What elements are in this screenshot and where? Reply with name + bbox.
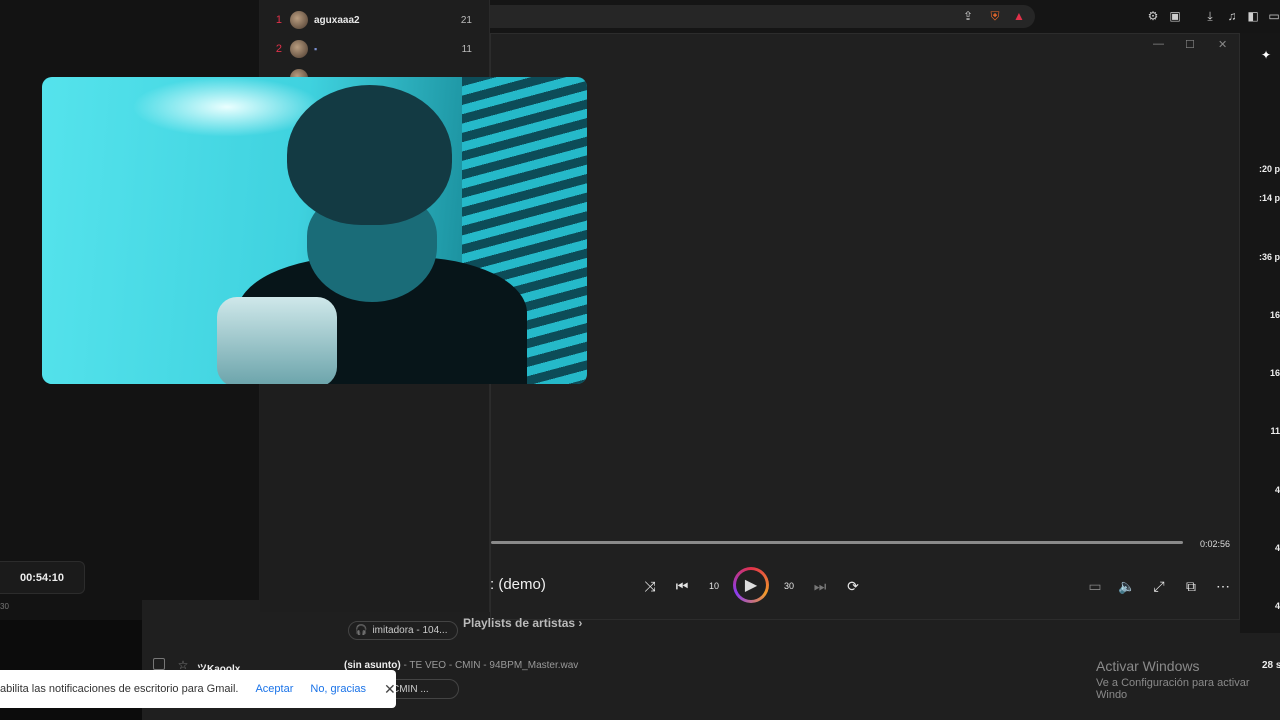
email-time: :20 p	[1258, 164, 1280, 174]
decline-button[interactable]: No, gracias	[310, 683, 366, 695]
rank-number: 1	[275, 14, 282, 26]
email-time: 16	[1269, 368, 1280, 378]
chip-label: imitadora - 104...	[372, 625, 448, 636]
fullscreen-icon[interactable]: ⤢	[1148, 575, 1170, 597]
user-name: aguxaaa2	[314, 14, 360, 26]
forward-30-icon[interactable]: 30	[778, 575, 800, 597]
watermark-title: Activar Windows	[1096, 658, 1200, 674]
accept-button[interactable]: Aceptar	[255, 683, 293, 695]
microphone-image	[217, 297, 337, 384]
headphones-icon: 🎧	[355, 625, 368, 636]
download-icon[interactable]: ⤓	[1202, 8, 1218, 24]
email-time: :36 p	[1258, 252, 1280, 262]
miniplayer-icon[interactable]: ▭	[1084, 575, 1106, 597]
volume-icon[interactable]: 🔈	[1116, 575, 1138, 597]
email-checkbox[interactable]	[153, 658, 165, 670]
play-button[interactable]: ▶	[733, 567, 769, 603]
stream-timer: 00:54:10	[0, 561, 85, 594]
play-icon: ▶	[736, 570, 766, 600]
wallet-icon[interactable]: ▭	[1266, 8, 1280, 24]
score: 11	[461, 43, 472, 55]
email-time: 4	[1274, 485, 1280, 495]
share-icon[interactable]: ⇪	[960, 8, 976, 24]
gmail-right-column: ✦ :20 p :14 p :36 p 16 16 11 4 4 4	[1240, 33, 1280, 633]
email-time: :14 p	[1258, 193, 1280, 203]
playlists-heading-label: Playlists de artistas	[463, 616, 576, 630]
score: 21	[460, 14, 472, 26]
song-title: : (demo)	[490, 576, 546, 593]
playlist-chip[interactable]: 🎧 imitadora - 104...	[348, 621, 458, 640]
more-options-icon[interactable]: ⋯	[1212, 575, 1234, 597]
minimize-icon[interactable]: —	[1153, 38, 1164, 50]
webcam-video-overlay	[42, 77, 587, 384]
rewind-label: 10	[708, 581, 719, 591]
extensions-icon[interactable]: ⚙	[1145, 8, 1161, 24]
duration-label: 0:02:56	[1200, 539, 1231, 549]
address-bar[interactable]	[490, 5, 1035, 28]
sparkle-icon[interactable]: ✦	[1258, 47, 1274, 63]
media-icon[interactable]: ♫	[1224, 8, 1240, 24]
repeat-off-icon[interactable]: ⟳	[842, 575, 864, 597]
user-name: ▪	[314, 43, 318, 54]
media-player-window: — ☐ ✕	[490, 33, 1240, 620]
email-time: 11	[1270, 426, 1280, 436]
watermark-subtitle: Ve a Configuración para activar Windo	[1096, 677, 1250, 701]
brave-rewards-icon[interactable]: ▲	[1011, 8, 1027, 24]
close-icon[interactable]: ✕	[384, 681, 396, 698]
email-time: 4	[1274, 543, 1280, 553]
leaderboard-row[interactable]: 2 ▪ 11	[260, 36, 490, 62]
timer-subtext: 30	[0, 602, 9, 611]
forward-label: 30	[783, 581, 794, 591]
next-icon[interactable]: ⏭	[809, 575, 831, 597]
windows-activation-watermark: Activar Windows Ve a Configuración para …	[1096, 658, 1280, 701]
previous-icon[interactable]: ⏮	[671, 575, 693, 597]
rank-number: 2	[275, 43, 282, 55]
playlists-heading[interactable]: Playlists de artistas ›	[463, 616, 582, 630]
screenshot-icon[interactable]: ▣	[1167, 8, 1183, 24]
progress-bar[interactable]	[491, 541, 1183, 544]
brave-shield-icon[interactable]: ⛨	[987, 8, 1003, 24]
gmail-notification-banner: abilita las notificaciones de escritorio…	[0, 670, 396, 708]
email-time: 16	[1269, 310, 1280, 320]
notification-text: abilita las notificaciones de escritorio…	[0, 683, 239, 695]
leaderboard-row[interactable]: 1 aguxaaa2 21	[260, 7, 490, 33]
shuffle-icon[interactable]: ⤨	[639, 575, 661, 597]
sidebar-icon[interactable]: ◧	[1245, 8, 1261, 24]
email-time: 4	[1274, 601, 1280, 611]
close-icon[interactable]: ✕	[1218, 38, 1227, 51]
cast-icon[interactable]: ⧉	[1180, 575, 1202, 597]
email-snippet: - TE VEO - CMIN - 94BPM_Master.wav	[403, 660, 579, 671]
rewind-10-icon[interactable]: 10	[703, 575, 725, 597]
avatar	[290, 11, 308, 29]
avatar	[290, 40, 308, 58]
maximize-icon[interactable]: ☐	[1185, 38, 1195, 51]
